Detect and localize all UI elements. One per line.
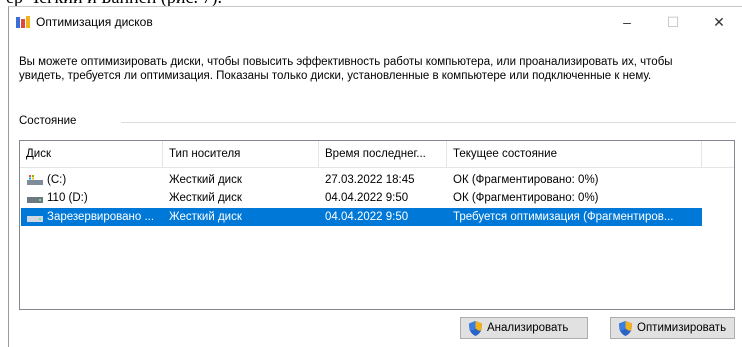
shield-icon xyxy=(619,321,632,336)
last-run-time: 04.04.2022 9:50 xyxy=(325,211,409,223)
disk-name: 110 (D:) xyxy=(47,192,88,204)
defrag-app-icon xyxy=(16,16,30,28)
media-type: Жесткий диск xyxy=(169,211,242,223)
status-section-label: Состояние xyxy=(19,115,77,127)
table-row[interactable]: (C:) Жесткий диск 27.03.2022 18:45 ОК (Ф… xyxy=(21,171,702,189)
media-type: Жесткий диск xyxy=(169,174,242,186)
optimize-button-label: Оптимизировать xyxy=(637,322,727,334)
section-divider xyxy=(121,122,736,123)
last-run-time: 27.03.2022 18:45 xyxy=(325,174,415,186)
column-header-current-status[interactable]: Текущее состояние xyxy=(447,141,702,167)
current-status: ОК (Фрагментировано: 0%) xyxy=(453,192,599,204)
analyze-button-label: Анализировать xyxy=(487,322,569,334)
drive-icon xyxy=(27,197,43,203)
column-header-last-run[interactable]: Время последнег... xyxy=(319,141,447,167)
maximize-button[interactable]: ☐ xyxy=(650,7,696,37)
column-header-disk[interactable]: Диск xyxy=(20,141,163,167)
table-row-selected[interactable]: Зарезервировано ... Жесткий диск 04.04.2… xyxy=(21,208,702,226)
disk-name: (C:) xyxy=(47,174,67,186)
close-button[interactable]: ✕ xyxy=(696,7,742,37)
optimize-drives-window: Оптимизация дисков – ☐ ✕ Вы можете оптим… xyxy=(8,6,742,347)
optimize-button[interactable]: Оптимизировать xyxy=(610,317,735,339)
table-row[interactable]: 110 (D:) Жесткий диск 04.04.2022 9:50 ОК… xyxy=(21,189,702,207)
shield-icon xyxy=(469,321,482,336)
drive-icon xyxy=(27,216,43,222)
description-text: Вы можете оптимизировать диски, чтобы по… xyxy=(19,56,673,83)
minimize-button[interactable]: – xyxy=(604,7,650,37)
current-status: ОК (Фрагментировано: 0%) xyxy=(453,174,599,186)
media-type: Жесткий диск xyxy=(169,192,242,204)
window-title: Оптимизация дисков xyxy=(36,15,153,29)
last-run-time: 04.04.2022 9:50 xyxy=(325,192,409,204)
disk-name: Зарезервировано ... xyxy=(47,211,155,223)
drives-list[interactable]: Диск Тип носителя Время последнег... Тек… xyxy=(19,140,735,310)
title-bar[interactable]: Оптимизация дисков – ☐ ✕ xyxy=(9,7,742,37)
list-header: Диск Тип носителя Время последнег... Тек… xyxy=(20,141,734,168)
current-status: Требуется оптимизация (Фрагментиров... xyxy=(453,211,674,223)
column-header-media-type[interactable]: Тип носителя xyxy=(163,141,319,167)
analyze-button[interactable]: Анализировать xyxy=(460,317,588,339)
system-drive-icon xyxy=(27,175,43,185)
